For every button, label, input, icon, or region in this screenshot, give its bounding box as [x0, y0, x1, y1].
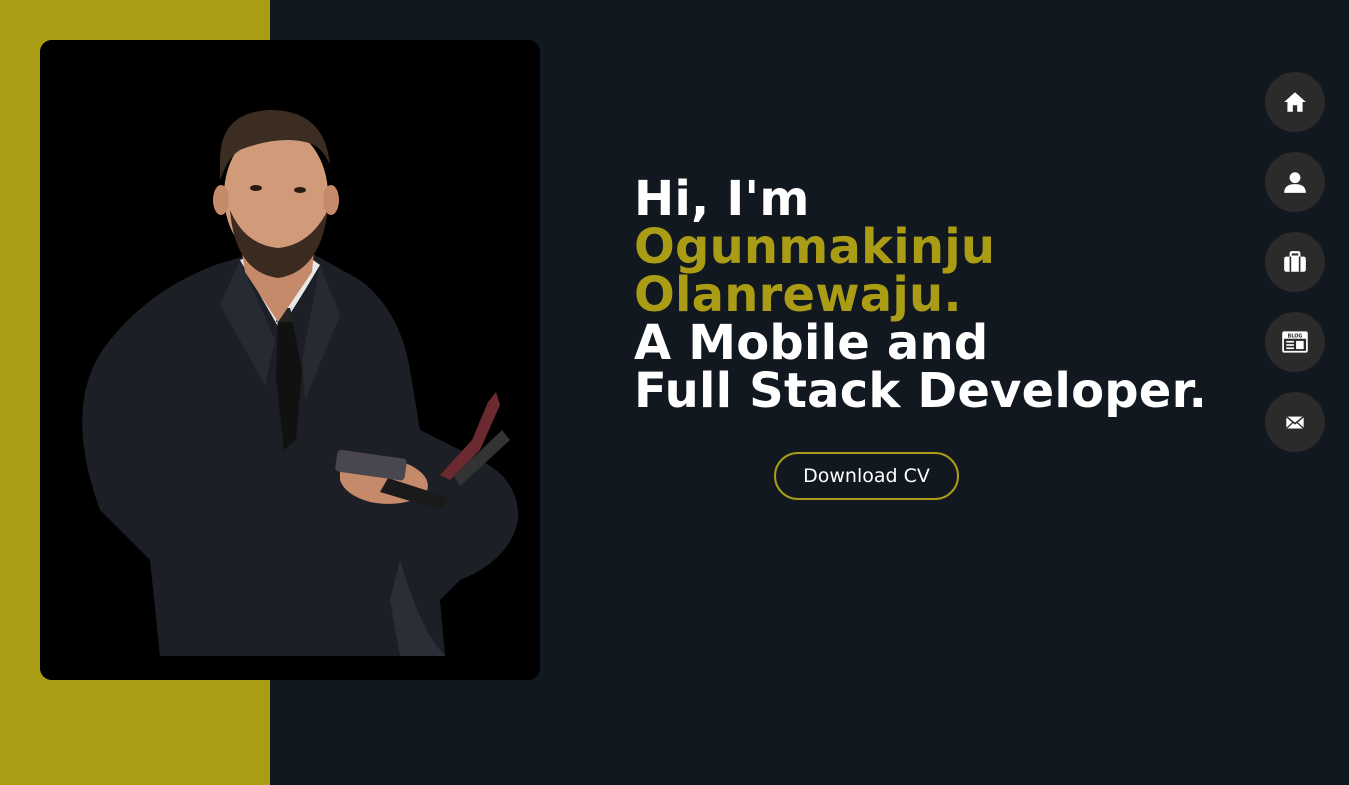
- profile-photo: [40, 40, 540, 680]
- nav-home[interactable]: [1265, 72, 1325, 132]
- profile-photo-illustration: [40, 40, 540, 680]
- home-icon: [1284, 92, 1306, 112]
- mail-icon: [1285, 415, 1305, 429]
- user-icon: [1284, 172, 1306, 193]
- side-nav: BLOG: [1265, 72, 1325, 452]
- name-first: Ogunmakinju: [634, 219, 996, 275]
- role-line-2: Full Stack Developer.: [634, 363, 1208, 419]
- role-line-1: A Mobile and: [634, 315, 989, 371]
- name-last: Olanrewaju.: [634, 267, 962, 323]
- hero-heading: Hi, I'm Ogunmakinju Olanrewaju. A Mobile…: [634, 171, 1208, 419]
- page: Hi, I'm Ogunmakinju Olanrewaju. A Mobile…: [0, 0, 1349, 785]
- greeting: Hi, I'm: [634, 171, 810, 227]
- download-cv-button[interactable]: Download CV: [774, 452, 959, 500]
- nav-about[interactable]: [1265, 152, 1325, 212]
- blog-icon-text: BLOG: [1288, 334, 1303, 340]
- blog-icon: BLOG: [1282, 331, 1308, 353]
- briefcase-icon: [1284, 251, 1306, 272]
- nav-blog[interactable]: BLOG: [1265, 312, 1325, 372]
- nav-contact[interactable]: [1265, 392, 1325, 452]
- nav-portfolio[interactable]: [1265, 232, 1325, 292]
